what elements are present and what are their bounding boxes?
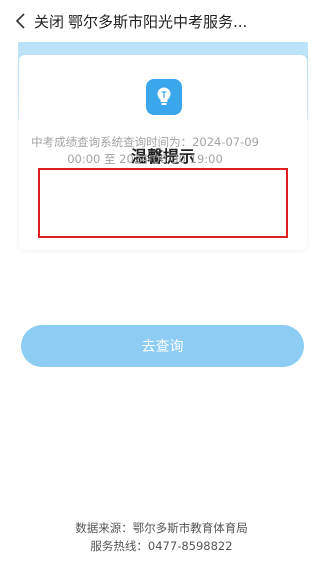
data-source-text: 数据来源：鄂尔多斯市教育体育局 xyxy=(75,521,248,535)
query-time-notice: 中考成绩查询系统查询时间为：2024-07-09 00:00 至 2024-08… xyxy=(31,135,259,166)
page-title: 鄂尔多斯市阳光中考服务... xyxy=(68,12,248,31)
chevron-left-icon xyxy=(15,13,25,29)
footer: 数据来源：鄂尔多斯市教育体育局 服务热线：0477-8598822 xyxy=(0,519,323,555)
hotline-text: 服务热线：0477-8598822 xyxy=(90,539,233,553)
lightbulb-glyph xyxy=(157,87,171,105)
top-bar: 关闭 鄂尔多斯市阳光中考服务... xyxy=(0,0,323,42)
close-button[interactable]: 关闭 xyxy=(34,11,64,32)
query-button[interactable]: 去查询 xyxy=(21,325,304,367)
lightbulb-icon xyxy=(146,79,182,115)
back-icon[interactable] xyxy=(6,0,34,42)
highlight-frame xyxy=(38,168,288,238)
